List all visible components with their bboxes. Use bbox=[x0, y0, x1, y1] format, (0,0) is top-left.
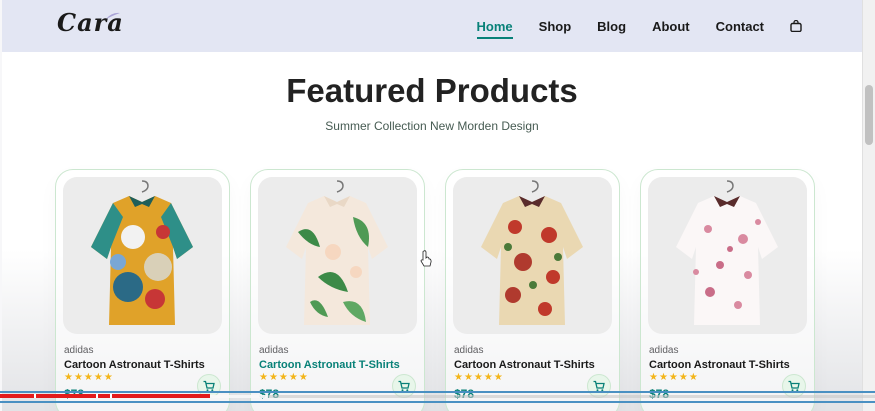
product-card[interactable]: adidas Cartoon Astronaut T-Shirts ★★★★★ … bbox=[250, 169, 425, 411]
nav-shop[interactable]: Shop bbox=[539, 19, 572, 34]
hand-cursor-icon bbox=[420, 250, 432, 267]
site-header: Cara Home Shop Blog About Contact bbox=[2, 0, 862, 52]
progress-buffered bbox=[208, 395, 268, 398]
product-card[interactable]: adidas Cartoon Astronaut T-Shirts ★★★★★ … bbox=[640, 169, 815, 411]
product-brand: adidas bbox=[259, 345, 289, 356]
rating-stars: ★★★★★ bbox=[259, 372, 309, 383]
product-brand: adidas bbox=[64, 345, 94, 356]
white-pink-floral-shirt-image bbox=[676, 180, 778, 325]
multicolor-print-shirt-image bbox=[91, 180, 193, 325]
chapter-marker bbox=[110, 394, 112, 398]
nav-blog[interactable]: Blog bbox=[597, 19, 626, 34]
rating-stars: ★★★★★ bbox=[454, 372, 504, 383]
product-card[interactable]: adidas Cartoon Astronaut T-Shirts ★★★★★ … bbox=[55, 169, 230, 411]
featured-section: Featured Products Summer Collection New … bbox=[2, 52, 862, 411]
product-brand: adidas bbox=[454, 345, 484, 356]
rating-stars: ★★★★★ bbox=[64, 372, 114, 383]
product-name[interactable]: Cartoon Astronaut T-Shirts bbox=[454, 359, 595, 371]
scrollbar-thumb[interactable] bbox=[865, 85, 873, 145]
product-brand: adidas bbox=[649, 345, 679, 356]
nav-about[interactable]: About bbox=[652, 19, 690, 34]
progress-outline-top bbox=[0, 391, 875, 393]
product-image[interactable] bbox=[648, 177, 807, 334]
product-card[interactable]: adidas Cartoon Astronaut T-Shirts ★★★★★ … bbox=[445, 169, 620, 411]
nav-home[interactable]: Home bbox=[476, 19, 513, 39]
chapter-marker bbox=[34, 394, 36, 398]
video-progress-bar[interactable] bbox=[0, 389, 875, 411]
product-name[interactable]: Cartoon Astronaut T-Shirts bbox=[649, 359, 790, 371]
section-subtitle: Summer Collection New Morden Design bbox=[325, 119, 539, 133]
chapter-marker bbox=[96, 394, 98, 398]
page-scrollbar[interactable] bbox=[862, 0, 875, 411]
product-name[interactable]: Cartoon Astronaut T-Shirts bbox=[64, 359, 205, 371]
progress-played bbox=[0, 394, 210, 398]
shopping-bag-icon[interactable] bbox=[790, 20, 802, 32]
product-image[interactable] bbox=[258, 177, 417, 334]
product-image[interactable] bbox=[453, 177, 612, 334]
rating-stars: ★★★★★ bbox=[649, 372, 699, 383]
main-nav: Home Shop Blog About Contact bbox=[476, 0, 802, 52]
floral-beige-shirt-image bbox=[481, 180, 583, 325]
tropical-leaf-shirt-image bbox=[286, 180, 388, 325]
leaf-icon bbox=[106, 12, 120, 19]
progress-outline-bottom bbox=[0, 401, 875, 403]
section-title: Featured Products bbox=[286, 72, 578, 109]
nav-contact[interactable]: Contact bbox=[716, 19, 764, 34]
product-image[interactable] bbox=[63, 177, 222, 334]
product-name[interactable]: Cartoon Astronaut T-Shirts bbox=[259, 359, 400, 371]
